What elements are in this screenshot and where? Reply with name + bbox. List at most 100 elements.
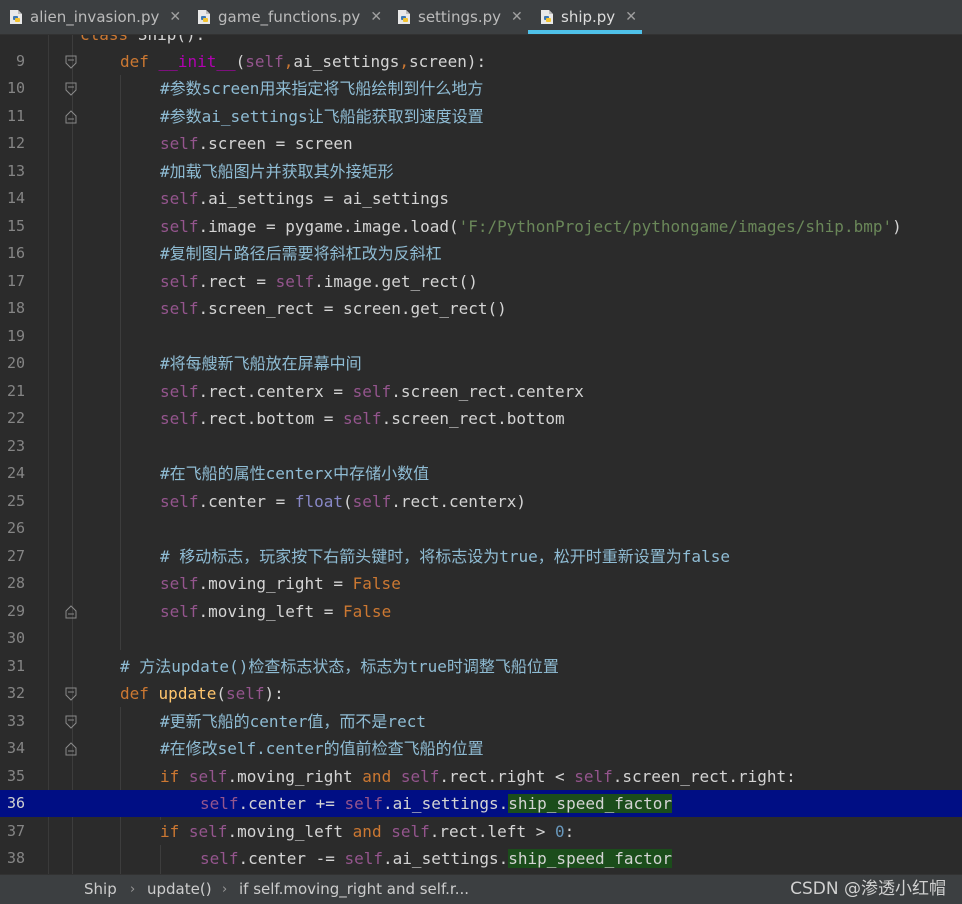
code-line: 10 #参数screen用来指定将飞船绘制到什么地方	[0, 75, 962, 102]
tab-label: settings.py	[418, 8, 501, 26]
code-line: 22 self.rect.bottom = self.screen_rect.b…	[0, 405, 962, 432]
python-file-icon	[8, 9, 24, 25]
line-number: 35	[6, 767, 25, 785]
code-text: #在飞船的属性centerx中存储小数值	[160, 464, 430, 483]
line-number: 29	[6, 602, 25, 620]
code-text: self.moving_right = False	[160, 574, 401, 593]
close-icon[interactable]: ✕	[511, 9, 523, 25]
fold-collapse-icon[interactable]	[65, 55, 77, 69]
code-text: self.center = float(self.rect.centerx)	[160, 492, 527, 511]
breadcrumb-method[interactable]: update()	[147, 875, 212, 904]
breadcrumb-bar: Ship › update() › if self.moving_right a…	[0, 874, 962, 904]
code-text: if self.moving_right and self.rect.right…	[160, 767, 796, 786]
code-text: #在修改self.center的值前检查飞船的位置	[160, 739, 484, 758]
tab-settings[interactable]: settings.py ✕	[396, 0, 523, 34]
fold-end-icon[interactable]	[65, 110, 77, 124]
code-text: if self.moving_left and self.rect.left >…	[160, 822, 575, 841]
code-text: #参数ai_settings让飞船能获取到速度设置	[160, 107, 484, 126]
breadcrumb-separator: ›	[222, 882, 228, 897]
line-number: 15	[6, 217, 25, 235]
code-line: 33 #更新飞船的center值，而不是rect	[0, 708, 962, 735]
python-file-icon	[196, 9, 212, 25]
line-number: 33	[6, 712, 25, 730]
watermark: CSDN @渗透小红帽	[790, 879, 946, 899]
code-text: self.center -= self.ai_settings.ship_spe…	[200, 849, 673, 868]
tab-label: alien_invasion.py	[30, 8, 160, 26]
code-line: 12 self.screen = screen	[0, 130, 962, 157]
code-text: self.ai_settings = ai_settings	[160, 189, 449, 208]
line-number: 32	[6, 684, 25, 702]
code-line: 27 # 移动标志，玩家按下右箭头键时，将标志设为true，松开时重新设置为fa…	[0, 543, 962, 570]
tab-game-functions[interactable]: game_functions.py ✕	[196, 0, 382, 34]
code-editor[interactable]: class Ship(): 9 def __init__(self,ai_set…	[0, 35, 962, 874]
line-number: 19	[6, 327, 25, 345]
line-number: 27	[6, 547, 25, 565]
code-text: #参数screen用来指定将飞船绘制到什么地方	[160, 79, 484, 98]
line-number: 28	[6, 574, 25, 592]
fold-collapse-icon[interactable]	[65, 715, 77, 729]
line-number: 36	[6, 794, 25, 812]
code-line: 32 def update(self):	[0, 680, 962, 707]
code-line: 16 #复制图片路径后需要将斜杠改为反斜杠	[0, 240, 962, 267]
line-number: 11	[6, 107, 25, 125]
code-line: 18 self.screen_rect = screen.get_rect()	[0, 295, 962, 322]
line-number: 12	[6, 134, 25, 152]
code-line: 20 #将每艘新飞船放在屏幕中间	[0, 350, 962, 377]
code-line: 13 #加载飞船图片并获取其外接矩形	[0, 158, 962, 185]
code-line: 15 self.image = pygame.image.load('F:/Py…	[0, 213, 962, 240]
line-number: 34	[6, 739, 25, 757]
code-line: 17 self.rect = self.image.get_rect()	[0, 268, 962, 295]
python-file-icon	[539, 9, 555, 25]
line-number: 18	[6, 299, 25, 317]
code-text: def __init__(self,ai_settings,screen):	[120, 52, 487, 71]
line-number: 24	[6, 464, 25, 482]
line-number: 31	[6, 657, 25, 675]
line-number: 21	[6, 382, 25, 400]
code-line: class Ship():	[0, 35, 962, 48]
code-text: #复制图片路径后需要将斜杠改为反斜杠	[160, 244, 442, 263]
line-number: 38	[6, 849, 25, 867]
code-text: #加载飞船图片并获取其外接矩形	[160, 162, 394, 181]
code-line: 31 # 方法update()检查标志状态，标志为true时调整飞船位置	[0, 653, 962, 680]
code-text: #更新飞船的center值，而不是rect	[160, 712, 426, 731]
close-icon[interactable]: ✕	[370, 9, 382, 25]
fold-end-icon[interactable]	[65, 605, 77, 619]
close-icon[interactable]: ✕	[625, 9, 637, 25]
tab-ship[interactable]: ship.py ✕	[539, 0, 637, 34]
line-number: 16	[6, 244, 25, 262]
breadcrumb-separator: ›	[130, 882, 136, 897]
code-text: self.image = pygame.image.load('F:/Pytho…	[160, 217, 902, 236]
line-number: 22	[6, 409, 25, 427]
breadcrumb-class[interactable]: Ship	[84, 875, 117, 904]
code-text: def update(self):	[120, 684, 284, 703]
tab-label: ship.py	[561, 8, 616, 26]
fold-collapse-icon[interactable]	[65, 82, 77, 96]
line-number: 9	[15, 52, 25, 70]
line-number: 30	[6, 629, 25, 647]
code-line: 38 self.center -= self.ai_settings.ship_…	[0, 845, 962, 872]
code-line: 14 self.ai_settings = ai_settings	[0, 185, 962, 212]
line-number: 20	[6, 354, 25, 372]
editor-tab-bar: alien_invasion.py ✕ game_functions.py ✕ …	[0, 0, 962, 35]
code-line: 29 self.moving_left = False	[0, 598, 962, 625]
fold-end-icon[interactable]	[65, 742, 77, 756]
code-line: 26	[0, 515, 962, 542]
line-number: 10	[6, 79, 25, 97]
fold-collapse-icon[interactable]	[65, 687, 77, 701]
breadcrumb-statement[interactable]: if self.moving_right and self.r...	[239, 875, 469, 904]
close-icon[interactable]: ✕	[169, 9, 181, 25]
code-line: 23	[0, 433, 962, 460]
code-line: 34 #在修改self.center的值前检查飞船的位置	[0, 735, 962, 762]
tab-alien-invasion[interactable]: alien_invasion.py ✕	[8, 0, 181, 34]
code-text: self.rect.centerx = self.screen_rect.cen…	[160, 382, 584, 401]
python-file-icon	[396, 9, 412, 25]
line-number: 14	[6, 189, 25, 207]
code-text: self.rect = self.image.get_rect()	[160, 272, 478, 291]
code-text: #将每艘新飞船放在屏幕中间	[160, 354, 362, 373]
line-number: 13	[6, 162, 25, 180]
code-line: 28 self.moving_right = False	[0, 570, 962, 597]
line-number: 26	[6, 519, 25, 537]
code-line: 35 if self.moving_right and self.rect.ri…	[0, 763, 962, 790]
code-text: self.moving_left = False	[160, 602, 392, 621]
code-text: # 移动标志，玩家按下右箭头键时，将标志设为true，松开时重新设置为false	[160, 547, 730, 566]
